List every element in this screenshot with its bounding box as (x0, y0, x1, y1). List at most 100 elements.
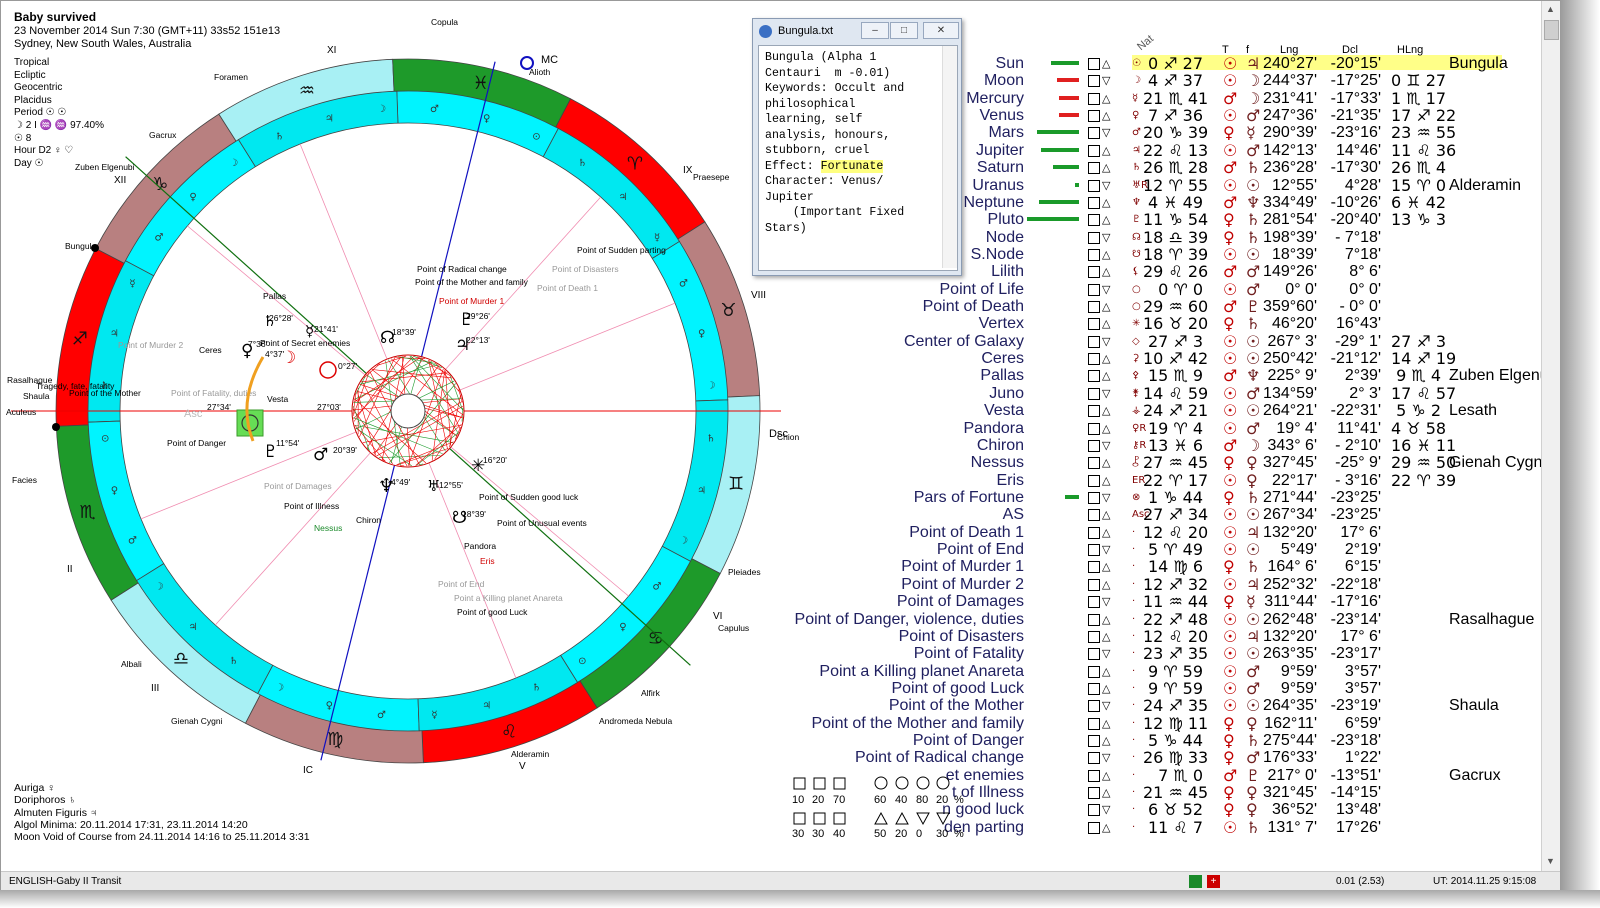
zodiac-pos gsym: 27 ♐ 3 (1147, 331, 1203, 351)
table-row[interactable]: Pandora △ ♀R 19 ♈ 4 ☉ ♂ 19° 4' 11°41' 4 ♉ 58 (821, 420, 1541, 437)
table-row[interactable]: Point of good Luck △ · 9 ♈ 59 ☉ ♂ 9°59' 3°57' (821, 680, 1541, 697)
declination: -29° 1' (1335, 332, 1381, 350)
longitude: 264°35' (1263, 697, 1317, 715)
table-row[interactable]: Point of Death △ ○ 29 ♒ 60 ♂ ♇ 359°60' - 0° 0' (821, 298, 1541, 315)
table-row[interactable]: Point of the Mother ▽ · 24 ♐ 35 ☉ ☉ 264°35' -23… (821, 697, 1541, 714)
table-row[interactable]: Nessus △ ⯛ 27 ♒ 45 ♀ ♀ 327°45' -25° 9' 29 ♒ 50 Gi… (821, 453, 1546, 473)
scroll-down-arrow-icon[interactable]: ▼ (1546, 856, 1555, 866)
table-row[interactable]: Vesta △ ⚶ 24 ♐ 21 ☉ ☉ 264°21' -22°31' 5 ♑ 2 Lesat… (821, 402, 1541, 419)
element-triangle-icon: △ (1102, 786, 1111, 800)
longitude: 311°44' (1264, 593, 1317, 611)
table-row[interactable]: Ceres △ ⚳ 10 ♐ 42 ☉ ☉ 250°42' -21°12' 14 ♐ 19 (821, 350, 1541, 367)
maximize-button[interactable]: □ (890, 22, 918, 39)
element-triangle-icon: ▽ (1102, 699, 1111, 713)
table-row[interactable]: Point of Radical change ▽ · 26 ♍ 33 ♀ ♂ 176°33… (821, 749, 1541, 766)
table-row[interactable]: Point of Life ▽ ○ 0 ♈ 0 ☉ ♂ 0° 0' 0° 0' (821, 281, 1541, 298)
table-row[interactable]: Point of Murder 1 △ · 14 ♍ 6 ♀ ♄ 164° 6' 6°15' (821, 558, 1541, 575)
table-row[interactable]: Point a Killing planet Anareta △ · 9 ♈ 59 ☉ ♂… (819, 663, 1541, 680)
table-row[interactable]: Point of Danger, violence, duties △ · 22 ♐ … (795, 611, 1541, 628)
term gsym: ☉ (1223, 574, 1238, 594)
declination: 17° 6' (1340, 627, 1381, 645)
table-row[interactable]: Point of Murder 2 △ · 12 ♐ 32 ☉ ♃ 252°32' -22°1… (821, 576, 1541, 593)
element-triangle-icon: △ (1102, 195, 1111, 209)
declination: 8° 6' (1349, 263, 1381, 281)
term gsym: ☉ (1223, 540, 1238, 560)
house-label: VIII (751, 290, 766, 301)
table-row[interactable]: Eris △ ER 22 ♈ 17 ☉ ♀ 22°17' - 3°16' 22 ♈ 39 (821, 472, 1541, 489)
zodiac-glyph-icon: ♑ (152, 174, 168, 195)
popup-scrollbar[interactable] (942, 46, 957, 268)
zodiac-glyph-icon: ♏ (79, 502, 95, 523)
scroll-up-arrow-icon[interactable]: ▲ (1546, 4, 1555, 14)
fixed-star-popup[interactable]: Bungula.txt – □ ✕ Bungula (Alpha 1 Centa… (752, 18, 962, 276)
chart-point-label: Point of Fatality, duties (171, 388, 256, 398)
popup-text-area[interactable]: Bungula (Alpha 1 Centauri m -0.01) Keywo… (758, 45, 958, 271)
zodiac-glyph-icon: ♉ (720, 300, 736, 321)
planet-name: Node (985, 228, 1024, 246)
table-row[interactable]: Point of Danger △ · 5 ♑ 44 ♀ ♄ 275°44' -23°18' (821, 732, 1541, 749)
planet-name: Point of the Mother (888, 697, 1024, 715)
planet-symbol gsym: ⯛ (1132, 457, 1140, 469)
table-row[interactable]: Point of Disasters △ · 12 ♌ 20 ☉ ♃ 132°20' 17° … (821, 628, 1541, 645)
table-row[interactable]: Vertex △ ✳ 16 ♉ 20 ♀ ♄ 46°20' 16°43' (821, 315, 1541, 332)
fixed-star: Lesath (1449, 402, 1498, 420)
face gsym: ♂ (1246, 383, 1261, 403)
scroll-thumb[interactable] (1544, 20, 1559, 40)
table-row[interactable]: Point of Death 1 △ · 12 ♌ 20 ☉ ♃ 132°20' 17° 6' (821, 524, 1541, 541)
aspect-grid-icon (1088, 578, 1100, 591)
term gsym: ♂ (1223, 88, 1238, 108)
legend-val: 30 (812, 828, 825, 840)
legend-val: 20 (936, 794, 949, 806)
zodiac-pos gsym: 5 ♑ 44 (1147, 731, 1203, 751)
house-label: XI (327, 45, 336, 56)
strength-bar (1075, 182, 1079, 187)
status-green-indicator[interactable] (1189, 875, 1202, 888)
decan-glyph-icon: ♀ (483, 113, 490, 124)
degree-label: 20°39' (333, 445, 357, 455)
table-row[interactable]: Pallas △ ⚴ 15 ♏ 9 ♂ ♆ 225° 9' 2°39' 9 ♏ 4 Zuben E… (821, 366, 1561, 386)
house-label: MC (541, 54, 558, 66)
face gsym: ♂ (1246, 279, 1261, 299)
element-triangle-icon: ▽ (1102, 595, 1111, 609)
planet-symbol gsym: ♆ (1132, 196, 1141, 208)
planet-symbol gsym: ⚴ (1132, 370, 1140, 382)
aspect-grid-icon (1088, 231, 1100, 244)
planet-name: Point of Murder 1 (901, 558, 1024, 576)
aspect-grid-icon (1088, 353, 1100, 366)
astro-wheel[interactable]: ♐♑♒ ♓♈♉♊♋♌♍♎♏☽♀♂☿♃♄⊙♀♂☽♃♄☽♀♂☿♃♄⊙♀♂☽♃♄☽♀♂ ☿… (1, 1, 801, 871)
table-row[interactable]: Juno ▽ ⚵ 14 ♌ 59 ☉ ♂ 134°59' 2° 3' 17 ♌ 57 (821, 385, 1541, 402)
status-red-indicator[interactable]: + (1207, 875, 1220, 888)
table-row[interactable]: Center of Galaxy ▽ ◇ 27 ♐ 3 ☉ ☉ 267° 3' -29° 1'… (821, 333, 1541, 350)
declination: 11°41' (1337, 419, 1381, 437)
longitude: 247°36' (1263, 107, 1317, 125)
table-row[interactable]: Chiron ▽ ⚷R 13 ♓ 6 ♂ ☽ 343° 6' - 2°10' 16 ♓ 11 (821, 437, 1541, 454)
aspect-grid-icon (1088, 144, 1100, 157)
table-row[interactable]: Pars of Fortune ▽ ⊗ 1 ♑ 44 ♀ ♄ 271°44' -23°25' (821, 489, 1541, 506)
term gsym: ☉ (1223, 71, 1238, 91)
legend-val: % (954, 794, 964, 806)
face gsym: ♀ (1246, 453, 1258, 473)
element-triangle-icon: ▽ (1102, 282, 1111, 296)
table-row[interactable]: Point of Damages ▽ · 11 ♒ 44 ♀ ☿ 311°44' -17°16… (821, 593, 1541, 610)
close-button[interactable]: ✕ (923, 22, 959, 39)
table-row[interactable]: AS △ Asc 27 ♐ 34 ☉ ☉ 267°34' -23°25' (821, 506, 1541, 523)
legend-val: 0 (916, 828, 923, 840)
planet-symbol gsym: ☊ (1132, 231, 1141, 243)
face gsym: ♇ (1246, 297, 1261, 317)
vertical-scrollbar[interactable]: ▲ ▼ (1541, 1, 1560, 871)
chart-point-label: Point of Illness (284, 501, 339, 511)
minimize-button[interactable]: – (861, 22, 889, 39)
zodiac-pos gsym: 18 ♎ 39 (1143, 227, 1209, 247)
element-triangle-icon: △ (1102, 716, 1111, 730)
longitude: 132°20' (1263, 627, 1317, 645)
table-row[interactable]: Point of the Mother and family △ · 12 ♍ 11 ♀… (811, 715, 1541, 732)
decan-glyph-icon: ☽ (377, 104, 386, 115)
table-row[interactable]: Point of Fatality ▽ · 23 ♐ 35 ☉ ☉ 263°35' -23°1… (821, 645, 1541, 662)
zodiac-pos gsym: 0 ♐ 27 (1147, 54, 1203, 73)
face gsym: ☽ (1246, 435, 1261, 455)
longitude: 334°49' (1263, 193, 1317, 211)
face gsym: ♆ (1246, 366, 1261, 386)
table-row[interactable]: Point of End ▽ · 5 ♈ 49 ☉ ☉ 5°49' 2°19' (821, 541, 1541, 558)
element-triangle-icon: △ (1102, 664, 1111, 678)
decan-glyph-icon: ♀ (111, 486, 118, 497)
